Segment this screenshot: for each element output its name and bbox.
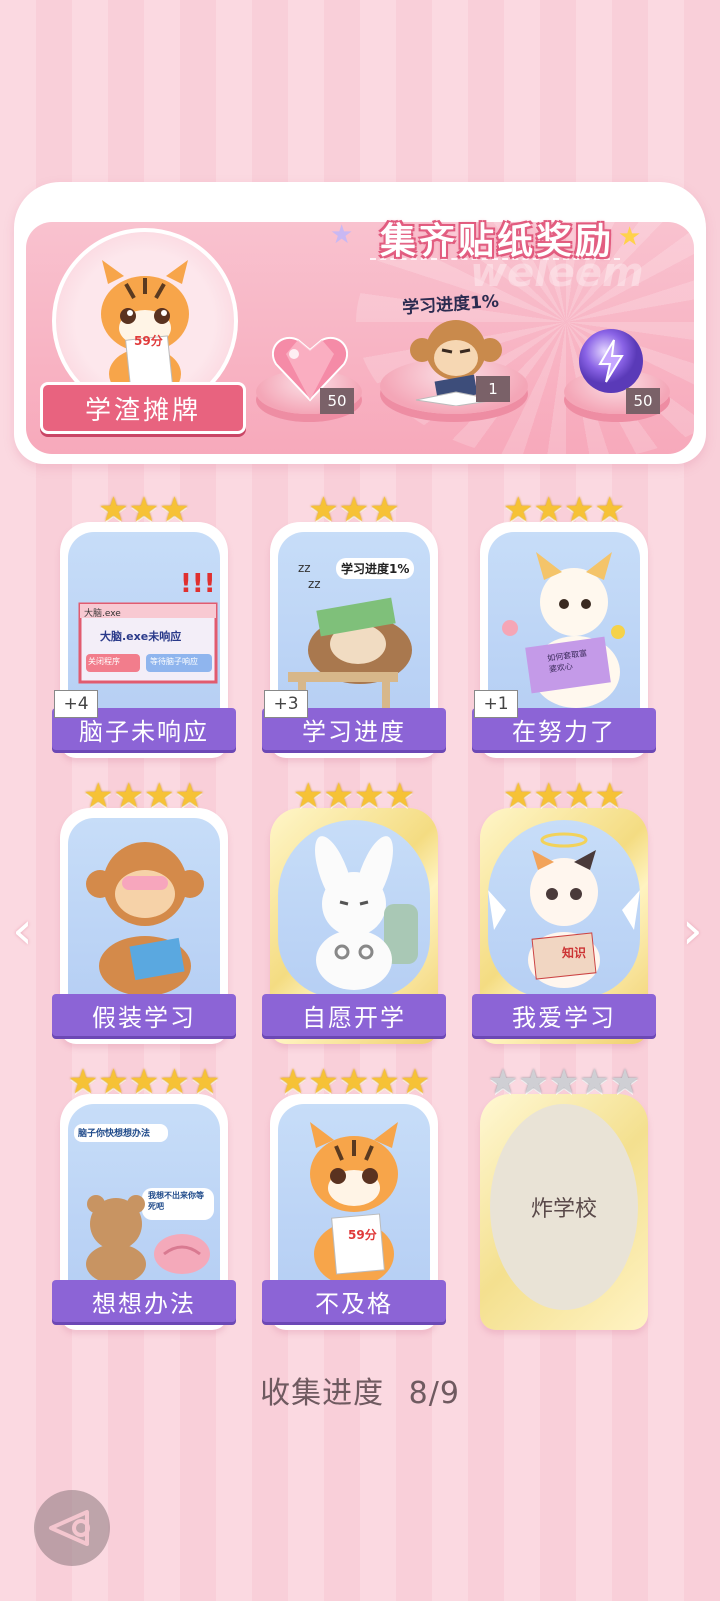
sticker-label: 不及格 (262, 1280, 446, 1322)
angel-cat-art (488, 832, 640, 988)
sticker-label: 假装学习 (52, 994, 236, 1036)
purple-orb-icon[interactable] (576, 326, 646, 396)
speech-bubble: 我想不出来你等死吧 (148, 1191, 204, 1211)
collection-progress: 收集进度 8/9 (0, 1368, 720, 1412)
star-rating-icon: ★★★★ (503, 776, 625, 816)
star-decoration-icon: ★ (330, 220, 354, 250)
duplicate-count-tag: +1 (474, 690, 518, 718)
window-close-button: 关闭程序 (88, 657, 120, 666)
sticker-art (278, 820, 430, 998)
reward-count: 50 (320, 388, 354, 414)
sticker-card[interactable]: ★★★ !!! 大脑.exe 大脑.exe未响应 关闭程序 等待脑子响应 脑子未响应 +4 (52, 492, 236, 758)
tiger-paper-score: 59分 (134, 334, 163, 348)
sticker-label: 自愿开学 (262, 994, 446, 1036)
star-rating-icon: ★★★★★ (487, 1062, 641, 1102)
sticker-art: 知识 (488, 820, 640, 998)
collection-progress-value: 8/9 (408, 1376, 460, 1411)
svg-text:!!!: !!! (180, 569, 216, 599)
sticker-card[interactable]: ★★★★ 假装学习 (52, 778, 236, 1044)
window-title: 大脑.exe (84, 609, 121, 619)
locked-sticker-placeholder: 炸学校 (490, 1104, 638, 1310)
back-arrow-icon (49, 1510, 90, 1546)
sticker-art: 脑子你快想想办法我想不出来你等死吧 (68, 1104, 220, 1288)
star-rating-icon: ★★★ (98, 490, 190, 530)
back-button[interactable] (34, 1490, 110, 1566)
star-rating-icon: ★★★★ (503, 490, 625, 530)
puppy-reading-art (502, 552, 625, 708)
sticker-card[interactable]: ★★★★★ 脑子你快想想办法我想不出来你等死吧想想办法 (52, 1064, 236, 1330)
speech-bubble: 学习进度1% (336, 558, 415, 579)
paper-score: 59分 (348, 1228, 377, 1242)
sticker-art: 59分 (278, 1104, 430, 1288)
bunny-handcuffed-art (315, 836, 418, 990)
sticker-card[interactable]: ★★★★★ 59分不及格 (262, 1064, 446, 1330)
sticker-card[interactable]: ★★★ zz zz 学习进度1% 学习进度 +3 (262, 492, 446, 758)
sticker-label: 炸学校 (530, 1197, 597, 1222)
character-plaque: 学渣摊牌 (40, 382, 246, 434)
sticker-art (68, 818, 220, 1002)
brain-not-responding-art: !!! (78, 569, 218, 684)
sticker-label: 我爱学习 (472, 994, 656, 1036)
banner-title: 集齐贴纸奖励 (379, 221, 614, 262)
star-rating-icon: ★★★ (308, 490, 400, 530)
sticker-art: zz zz 学习进度1% (278, 532, 430, 716)
next-page-arrow-icon[interactable]: › (682, 905, 712, 957)
sticker-label: 想想办法 (52, 1280, 236, 1322)
star-rating-icon: ★★★★★ (277, 1062, 431, 1102)
duplicate-count-tag: +3 (264, 690, 308, 718)
star-rating-icon: ★★★★ (83, 776, 205, 816)
window-wait-button: 等待脑子响应 (150, 657, 198, 666)
sticker-card[interactable]: ★★★★★ 炸学校 (480, 1064, 648, 1330)
star-rating-icon: ★★★★★ (67, 1062, 221, 1102)
svg-text:zz: zz (298, 561, 311, 575)
collection-progress-label: 收集进度 (260, 1376, 385, 1411)
sticker-card[interactable]: ★★★★ 如何套取富婆欢心 在努力了 +1 (472, 492, 656, 758)
window-message: 大脑.exe未响应 (100, 630, 182, 643)
svg-text:zz: zz (308, 577, 321, 591)
sticker-card[interactable]: ★★★★ 知识我爱学习 (472, 778, 656, 1044)
monkey-fake-study-art (86, 842, 204, 996)
sticker-card[interactable]: ★★★★ 自愿开学 (262, 778, 446, 1044)
duplicate-count-tag: +4 (54, 690, 98, 718)
star-rating-icon: ★★★★ (293, 776, 415, 816)
reward-count: 1 (476, 376, 510, 402)
reward-count: 50 (626, 388, 660, 414)
speech-bubble: 脑子你快想想办法 (78, 1129, 151, 1139)
book-title: 知识 (562, 946, 587, 960)
sticker-art: !!! 大脑.exe 大脑.exe未响应关闭程序 等待脑子响应 (68, 532, 220, 716)
tiger-failed-art (310, 1122, 398, 1286)
sticker-art: 如何套取富婆欢心 (488, 532, 640, 716)
prev-page-arrow-icon[interactable]: ‹ (12, 905, 42, 957)
